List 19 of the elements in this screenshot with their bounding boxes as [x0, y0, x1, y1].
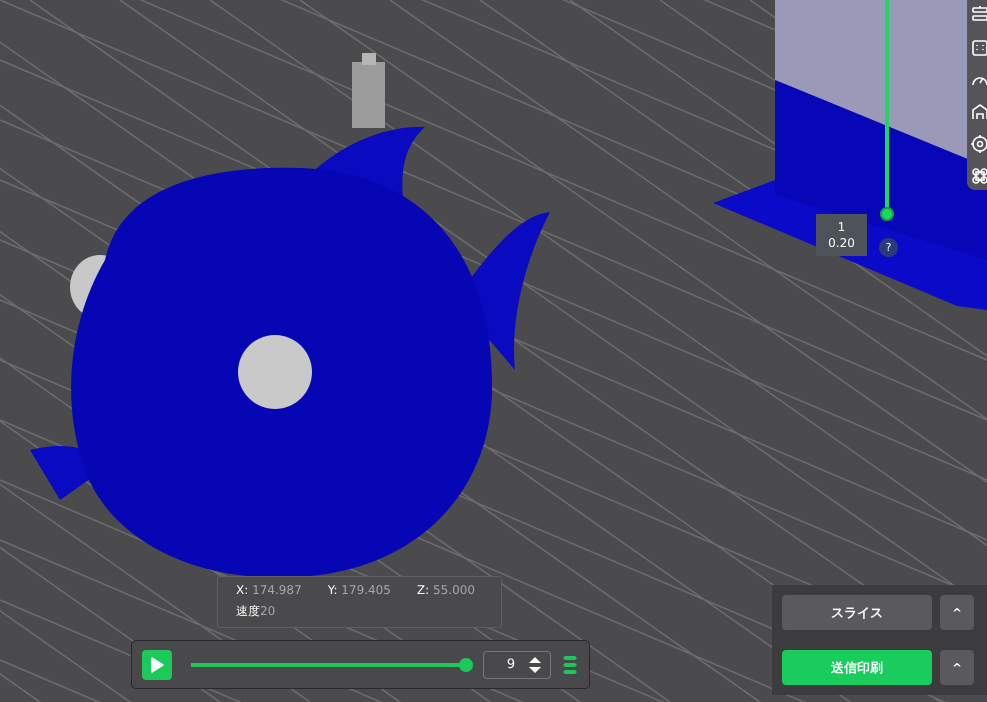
dropdown-button[interactable]: ^ [940, 650, 974, 685]
dropdown-button[interactable]: ^ [940, 595, 974, 630]
coordinate-readout: Z: 55.000 [416, 583, 475, 597]
target-icon[interactable] [970, 134, 987, 154]
play-icon [150, 656, 164, 672]
clover-icon[interactable] [970, 166, 987, 186]
layers-icon[interactable] [561, 654, 579, 674]
play-button[interactable] [142, 650, 172, 680]
layer-slider-track[interactable] [885, 0, 889, 207]
coordinate-readout: X: 174.987 [236, 583, 302, 597]
slider-thumb[interactable] [459, 658, 473, 672]
coordinate-readout: Y: 179.405 [328, 583, 391, 597]
layer-number-field[interactable]: 9 [483, 650, 551, 678]
stepper-arrows-icon[interactable] [528, 654, 542, 674]
speed-readout: 速度20 [236, 603, 276, 620]
layer-height: 0.20 [827, 235, 856, 251]
slice-button[interactable]: スライス [782, 595, 932, 630]
layer-number: 1 [836, 219, 846, 235]
house-icon[interactable] [970, 102, 987, 122]
